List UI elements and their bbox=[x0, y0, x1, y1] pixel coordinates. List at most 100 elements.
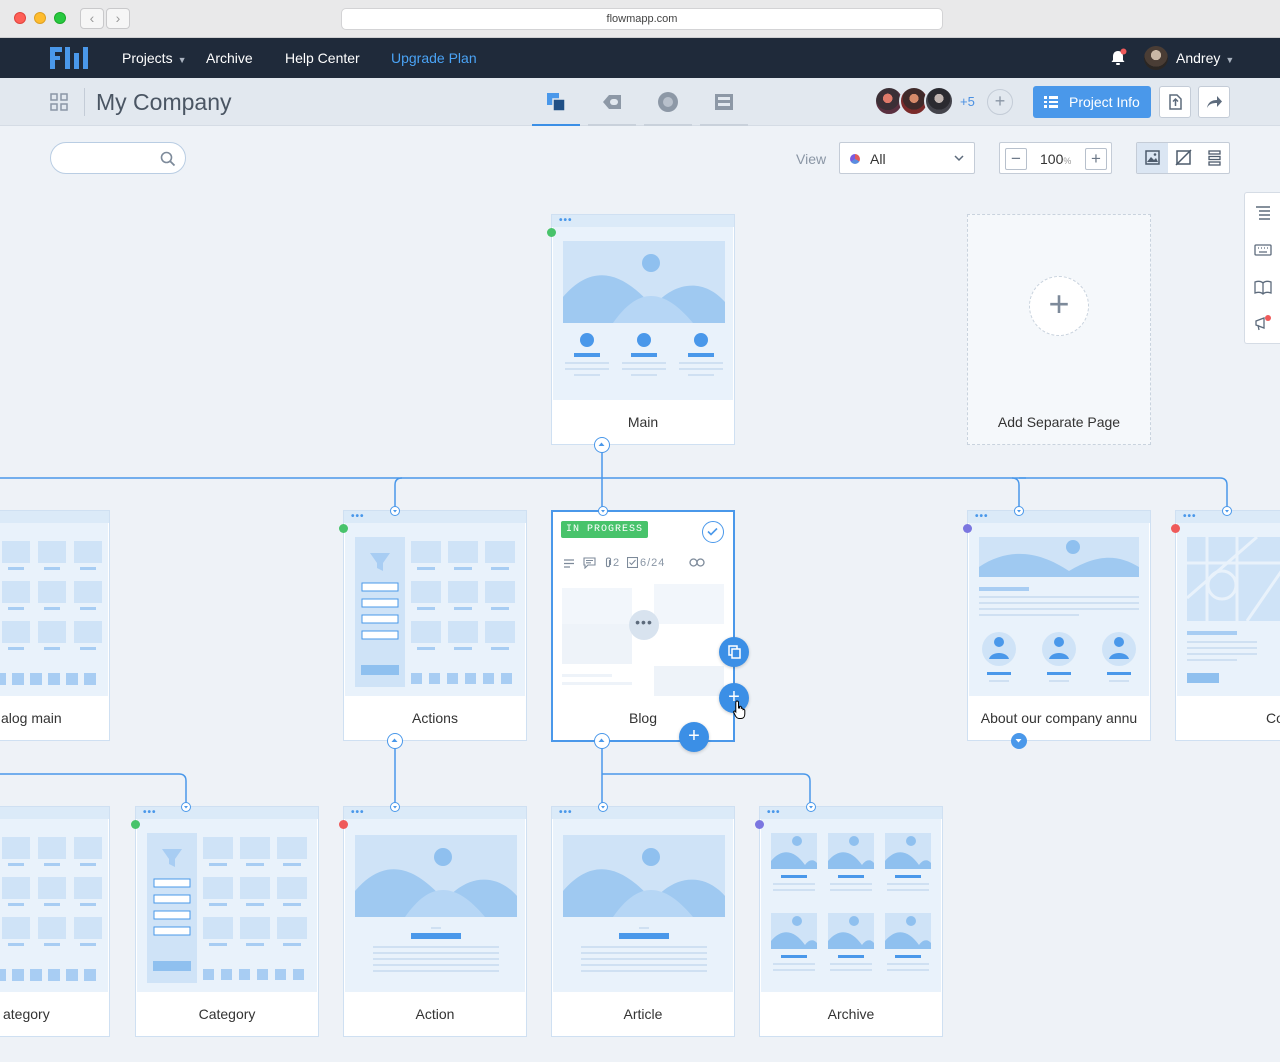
link-icon[interactable] bbox=[689, 557, 705, 568]
page-label: ategory bbox=[3, 1006, 50, 1022]
close-window-button[interactable] bbox=[14, 12, 26, 24]
right-side-panel bbox=[1244, 192, 1280, 344]
add-collaborator-button[interactable]: + bbox=[987, 89, 1013, 115]
connector-handle[interactable] bbox=[390, 506, 400, 516]
card-header: ••• bbox=[344, 511, 526, 523]
collapse-children-handle[interactable] bbox=[387, 733, 403, 749]
tab-wireframes[interactable] bbox=[700, 78, 748, 126]
card-menu-icon[interactable]: ••• bbox=[351, 512, 365, 522]
view-filter-select[interactable]: All bbox=[839, 142, 975, 174]
comments-icon[interactable] bbox=[583, 557, 596, 569]
projects-grid-icon[interactable] bbox=[50, 93, 68, 111]
card-menu-icon[interactable]: ••• bbox=[559, 216, 573, 226]
page-label: Archive bbox=[827, 1006, 875, 1022]
search-input[interactable] bbox=[50, 142, 186, 174]
browser-back-button[interactable]: ‹ bbox=[80, 8, 104, 29]
show-thumbnails-toggle[interactable] bbox=[1137, 143, 1168, 173]
description-icon[interactable] bbox=[563, 558, 575, 569]
page-label: Actions bbox=[412, 710, 458, 726]
zoom-in-button[interactable]: + bbox=[1085, 148, 1107, 170]
card-menu-icon[interactable]: ••• bbox=[351, 808, 365, 818]
chevron-down-icon bbox=[1225, 510, 1229, 513]
page-card-contacts[interactable]: ••• Conta bbox=[1175, 510, 1280, 741]
archive-grid-thumbnail bbox=[771, 833, 931, 971]
card-menu-icon[interactable]: ••• bbox=[767, 808, 781, 818]
card-header: ••• bbox=[968, 511, 1150, 523]
project-title[interactable]: My Company bbox=[96, 89, 231, 116]
page-card-category[interactable]: ••• Category bbox=[135, 806, 319, 1037]
maximize-window-button[interactable] bbox=[54, 12, 66, 24]
hand-cursor-icon bbox=[733, 700, 746, 719]
no-image-icon bbox=[1175, 149, 1192, 166]
browser-forward-button[interactable]: › bbox=[106, 8, 130, 29]
notifications-bell-icon[interactable] bbox=[1108, 48, 1128, 68]
export-button[interactable] bbox=[1159, 86, 1191, 118]
more-actions-icon[interactable]: ••• bbox=[629, 610, 659, 640]
page-card-about[interactable]: ••• About our company annu bbox=[967, 510, 1151, 741]
tab-sitemap[interactable] bbox=[532, 78, 580, 126]
flowmapp-logo[interactable] bbox=[50, 47, 90, 69]
connector-handle[interactable] bbox=[598, 802, 608, 812]
zoom-out-button[interactable]: − bbox=[1005, 148, 1027, 170]
page-card-category-left[interactable]: ategory bbox=[0, 806, 110, 1037]
connector-handle[interactable] bbox=[598, 506, 608, 516]
nav-archive[interactable]: Archive bbox=[206, 50, 253, 66]
page-card-main[interactable]: ••• Main bbox=[551, 214, 735, 445]
tab-user-flow[interactable] bbox=[588, 78, 636, 126]
list-view-toggle[interactable] bbox=[1199, 143, 1230, 173]
collapse-children-handle[interactable] bbox=[594, 733, 610, 749]
project-info-icon bbox=[1044, 96, 1058, 108]
page-card-actions[interactable]: ••• Actions bbox=[343, 510, 527, 741]
expand-children-handle[interactable] bbox=[1011, 733, 1027, 749]
connector-handle[interactable] bbox=[1014, 506, 1024, 516]
attachment-icon[interactable] bbox=[604, 557, 612, 569]
project-info-button[interactable]: Project Info bbox=[1033, 86, 1151, 118]
page-label: Article bbox=[623, 1006, 663, 1022]
more-collaborators-count[interactable]: +5 bbox=[960, 94, 975, 109]
add-child-page-button[interactable]: + bbox=[679, 722, 709, 752]
card-menu-icon[interactable]: ••• bbox=[559, 808, 573, 818]
tasks-count: 6/24 bbox=[640, 557, 666, 569]
project-info-label: Project Info bbox=[1069, 94, 1140, 110]
card-menu-icon[interactable]: ••• bbox=[975, 512, 989, 522]
user-menu[interactable]: Andrey ▼ bbox=[1176, 50, 1234, 66]
duplicate-page-button[interactable] bbox=[719, 637, 749, 667]
collaborator-avatar[interactable] bbox=[924, 86, 954, 116]
user-avatar[interactable] bbox=[1144, 46, 1168, 70]
page-card-blog[interactable]: IN PROGRESS 2 6/24 ••• Blog bbox=[551, 510, 735, 742]
collapse-children-handle[interactable] bbox=[594, 437, 610, 453]
card-menu-icon[interactable]: ••• bbox=[1183, 512, 1197, 522]
page-card-action[interactable]: ••• Action bbox=[343, 806, 527, 1037]
minimize-window-button[interactable] bbox=[34, 12, 46, 24]
page-meta-row: 2 6/24 bbox=[563, 556, 723, 572]
announcements-icon[interactable] bbox=[1254, 314, 1272, 332]
page-thumbnail bbox=[553, 227, 733, 400]
nav-upgrade-plan[interactable]: Upgrade Plan bbox=[391, 50, 477, 66]
connector-handle[interactable] bbox=[181, 802, 191, 812]
card-menu-icon[interactable]: ••• bbox=[143, 808, 157, 818]
page-card-article[interactable]: ••• Article bbox=[551, 806, 735, 1037]
page-card-catalog-main[interactable]: alog main bbox=[0, 510, 110, 741]
address-bar[interactable]: flowmapp.com bbox=[341, 8, 943, 30]
add-separate-page[interactable]: + Add Separate Page bbox=[967, 214, 1151, 445]
tasks-icon[interactable] bbox=[627, 557, 638, 568]
nav-help-center[interactable]: Help Center bbox=[285, 50, 360, 66]
tab-indicator bbox=[588, 124, 636, 126]
connector-handle[interactable] bbox=[390, 802, 400, 812]
share-button[interactable] bbox=[1198, 86, 1230, 118]
hide-thumbnails-toggle[interactable] bbox=[1168, 143, 1199, 173]
mark-done-button[interactable] bbox=[702, 521, 724, 543]
page-card-archive[interactable]: ••• Archive bbox=[759, 806, 943, 1037]
tab-personas[interactable] bbox=[644, 78, 692, 126]
connector-handle[interactable] bbox=[806, 802, 816, 812]
view-filter-label: View bbox=[796, 151, 827, 167]
keyboard-icon[interactable] bbox=[1254, 241, 1272, 259]
catalog-filter-thumbnail bbox=[355, 537, 515, 687]
add-page-plus-icon[interactable]: + bbox=[1029, 276, 1089, 336]
chevron-up-icon bbox=[598, 738, 605, 742]
catalog-filter-thumbnail bbox=[147, 833, 307, 983]
book-icon[interactable] bbox=[1254, 278, 1272, 296]
content-list-icon[interactable] bbox=[1254, 204, 1272, 222]
connector-handle[interactable] bbox=[1222, 506, 1232, 516]
nav-projects[interactable]: Projects ▼ bbox=[122, 50, 187, 66]
